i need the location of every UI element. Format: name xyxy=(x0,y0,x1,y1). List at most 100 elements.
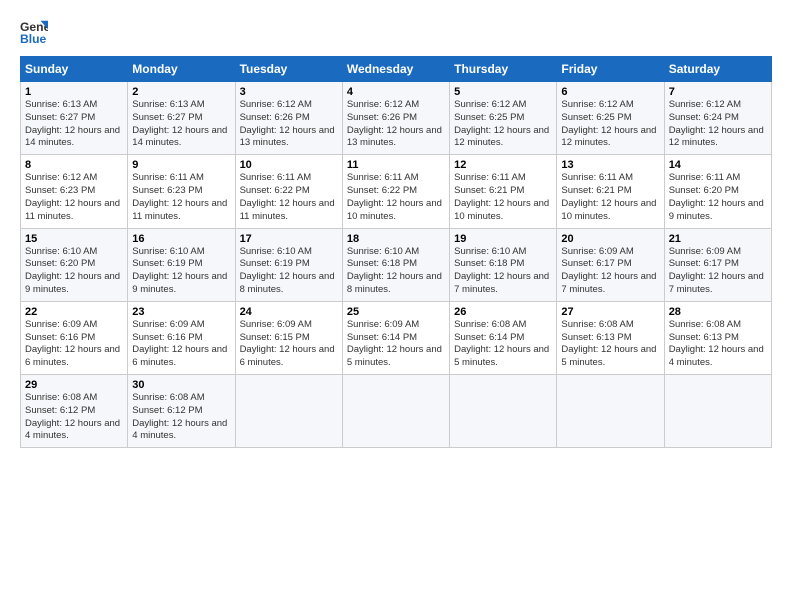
calendar-cell: 13Sunrise: 6:11 AMSunset: 6:21 PMDayligh… xyxy=(557,155,664,228)
day-details: Sunrise: 6:12 AMSunset: 6:23 PMDaylight:… xyxy=(25,172,123,223)
day-details: Sunrise: 6:10 AMSunset: 6:18 PMDaylight:… xyxy=(347,246,445,297)
calendar-cell: 28Sunrise: 6:08 AMSunset: 6:13 PMDayligh… xyxy=(664,301,771,374)
calendar-cell: 5Sunrise: 6:12 AMSunset: 6:25 PMDaylight… xyxy=(450,82,557,155)
day-details: Sunrise: 6:09 AMSunset: 6:14 PMDaylight:… xyxy=(347,319,445,370)
calendar-cell: 19Sunrise: 6:10 AMSunset: 6:18 PMDayligh… xyxy=(450,228,557,301)
day-number: 21 xyxy=(669,233,767,245)
day-number: 26 xyxy=(454,306,552,318)
day-number: 30 xyxy=(132,379,230,391)
day-number: 25 xyxy=(347,306,445,318)
day-details: Sunrise: 6:10 AMSunset: 6:18 PMDaylight:… xyxy=(454,246,552,297)
page: General Blue SundayMondayTuesdayWednesda… xyxy=(0,0,792,612)
calendar-cell: 27Sunrise: 6:08 AMSunset: 6:13 PMDayligh… xyxy=(557,301,664,374)
weekday-header-wednesday: Wednesday xyxy=(342,57,449,82)
calendar-cell: 6Sunrise: 6:12 AMSunset: 6:25 PMDaylight… xyxy=(557,82,664,155)
day-number: 9 xyxy=(132,159,230,171)
day-number: 29 xyxy=(25,379,123,391)
calendar-cell: 22Sunrise: 6:09 AMSunset: 6:16 PMDayligh… xyxy=(21,301,128,374)
day-number: 3 xyxy=(240,86,338,98)
calendar-cell: 25Sunrise: 6:09 AMSunset: 6:14 PMDayligh… xyxy=(342,301,449,374)
header: General Blue xyxy=(20,18,772,46)
day-details: Sunrise: 6:12 AMSunset: 6:25 PMDaylight:… xyxy=(454,99,552,150)
day-number: 19 xyxy=(454,233,552,245)
day-details: Sunrise: 6:08 AMSunset: 6:13 PMDaylight:… xyxy=(561,319,659,370)
calendar-week-2: 8Sunrise: 6:12 AMSunset: 6:23 PMDaylight… xyxy=(21,155,772,228)
day-details: Sunrise: 6:09 AMSunset: 6:17 PMDaylight:… xyxy=(669,246,767,297)
calendar-table: SundayMondayTuesdayWednesdayThursdayFrid… xyxy=(20,56,772,448)
weekday-header-row: SundayMondayTuesdayWednesdayThursdayFrid… xyxy=(21,57,772,82)
calendar-cell: 23Sunrise: 6:09 AMSunset: 6:16 PMDayligh… xyxy=(128,301,235,374)
weekday-header-monday: Monday xyxy=(128,57,235,82)
day-number: 15 xyxy=(25,233,123,245)
day-details: Sunrise: 6:12 AMSunset: 6:26 PMDaylight:… xyxy=(347,99,445,150)
day-details: Sunrise: 6:08 AMSunset: 6:14 PMDaylight:… xyxy=(454,319,552,370)
day-details: Sunrise: 6:11 AMSunset: 6:22 PMDaylight:… xyxy=(347,172,445,223)
calendar-week-5: 29Sunrise: 6:08 AMSunset: 6:12 PMDayligh… xyxy=(21,375,772,448)
calendar-cell: 30Sunrise: 6:08 AMSunset: 6:12 PMDayligh… xyxy=(128,375,235,448)
calendar-cell: 2Sunrise: 6:13 AMSunset: 6:27 PMDaylight… xyxy=(128,82,235,155)
day-details: Sunrise: 6:10 AMSunset: 6:19 PMDaylight:… xyxy=(240,246,338,297)
calendar-week-1: 1Sunrise: 6:13 AMSunset: 6:27 PMDaylight… xyxy=(21,82,772,155)
day-number: 11 xyxy=(347,159,445,171)
weekday-header-tuesday: Tuesday xyxy=(235,57,342,82)
day-number: 1 xyxy=(25,86,123,98)
day-number: 27 xyxy=(561,306,659,318)
calendar-cell xyxy=(664,375,771,448)
logo-icon: General Blue xyxy=(20,18,48,46)
day-details: Sunrise: 6:11 AMSunset: 6:22 PMDaylight:… xyxy=(240,172,338,223)
day-number: 10 xyxy=(240,159,338,171)
calendar-cell: 4Sunrise: 6:12 AMSunset: 6:26 PMDaylight… xyxy=(342,82,449,155)
calendar-cell xyxy=(557,375,664,448)
day-number: 14 xyxy=(669,159,767,171)
day-details: Sunrise: 6:08 AMSunset: 6:12 PMDaylight:… xyxy=(25,392,123,443)
calendar-cell: 14Sunrise: 6:11 AMSunset: 6:20 PMDayligh… xyxy=(664,155,771,228)
calendar-cell: 17Sunrise: 6:10 AMSunset: 6:19 PMDayligh… xyxy=(235,228,342,301)
weekday-header-saturday: Saturday xyxy=(664,57,771,82)
calendar-cell: 1Sunrise: 6:13 AMSunset: 6:27 PMDaylight… xyxy=(21,82,128,155)
day-details: Sunrise: 6:11 AMSunset: 6:20 PMDaylight:… xyxy=(669,172,767,223)
day-details: Sunrise: 6:08 AMSunset: 6:13 PMDaylight:… xyxy=(669,319,767,370)
calendar-cell: 26Sunrise: 6:08 AMSunset: 6:14 PMDayligh… xyxy=(450,301,557,374)
calendar-cell: 20Sunrise: 6:09 AMSunset: 6:17 PMDayligh… xyxy=(557,228,664,301)
day-number: 2 xyxy=(132,86,230,98)
calendar-cell: 12Sunrise: 6:11 AMSunset: 6:21 PMDayligh… xyxy=(450,155,557,228)
day-details: Sunrise: 6:12 AMSunset: 6:24 PMDaylight:… xyxy=(669,99,767,150)
day-details: Sunrise: 6:13 AMSunset: 6:27 PMDaylight:… xyxy=(132,99,230,150)
day-details: Sunrise: 6:10 AMSunset: 6:20 PMDaylight:… xyxy=(25,246,123,297)
day-details: Sunrise: 6:12 AMSunset: 6:25 PMDaylight:… xyxy=(561,99,659,150)
calendar-cell: 10Sunrise: 6:11 AMSunset: 6:22 PMDayligh… xyxy=(235,155,342,228)
day-number: 8 xyxy=(25,159,123,171)
calendar-cell: 24Sunrise: 6:09 AMSunset: 6:15 PMDayligh… xyxy=(235,301,342,374)
calendar-cell: 3Sunrise: 6:12 AMSunset: 6:26 PMDaylight… xyxy=(235,82,342,155)
calendar-cell xyxy=(235,375,342,448)
day-details: Sunrise: 6:10 AMSunset: 6:19 PMDaylight:… xyxy=(132,246,230,297)
calendar-cell: 29Sunrise: 6:08 AMSunset: 6:12 PMDayligh… xyxy=(21,375,128,448)
day-number: 24 xyxy=(240,306,338,318)
calendar-week-4: 22Sunrise: 6:09 AMSunset: 6:16 PMDayligh… xyxy=(21,301,772,374)
day-details: Sunrise: 6:09 AMSunset: 6:17 PMDaylight:… xyxy=(561,246,659,297)
day-number: 28 xyxy=(669,306,767,318)
weekday-header-friday: Friday xyxy=(557,57,664,82)
calendar-cell: 16Sunrise: 6:10 AMSunset: 6:19 PMDayligh… xyxy=(128,228,235,301)
day-number: 12 xyxy=(454,159,552,171)
day-number: 5 xyxy=(454,86,552,98)
day-number: 7 xyxy=(669,86,767,98)
day-number: 6 xyxy=(561,86,659,98)
calendar-cell: 21Sunrise: 6:09 AMSunset: 6:17 PMDayligh… xyxy=(664,228,771,301)
day-number: 4 xyxy=(347,86,445,98)
day-details: Sunrise: 6:09 AMSunset: 6:16 PMDaylight:… xyxy=(132,319,230,370)
weekday-header-thursday: Thursday xyxy=(450,57,557,82)
day-number: 13 xyxy=(561,159,659,171)
day-details: Sunrise: 6:09 AMSunset: 6:16 PMDaylight:… xyxy=(25,319,123,370)
calendar-cell: 15Sunrise: 6:10 AMSunset: 6:20 PMDayligh… xyxy=(21,228,128,301)
day-number: 20 xyxy=(561,233,659,245)
calendar-cell: 8Sunrise: 6:12 AMSunset: 6:23 PMDaylight… xyxy=(21,155,128,228)
day-details: Sunrise: 6:13 AMSunset: 6:27 PMDaylight:… xyxy=(25,99,123,150)
calendar-cell: 11Sunrise: 6:11 AMSunset: 6:22 PMDayligh… xyxy=(342,155,449,228)
day-details: Sunrise: 6:08 AMSunset: 6:12 PMDaylight:… xyxy=(132,392,230,443)
calendar-cell xyxy=(342,375,449,448)
day-details: Sunrise: 6:11 AMSunset: 6:21 PMDaylight:… xyxy=(454,172,552,223)
calendar-cell: 18Sunrise: 6:10 AMSunset: 6:18 PMDayligh… xyxy=(342,228,449,301)
calendar-week-3: 15Sunrise: 6:10 AMSunset: 6:20 PMDayligh… xyxy=(21,228,772,301)
weekday-header-sunday: Sunday xyxy=(21,57,128,82)
